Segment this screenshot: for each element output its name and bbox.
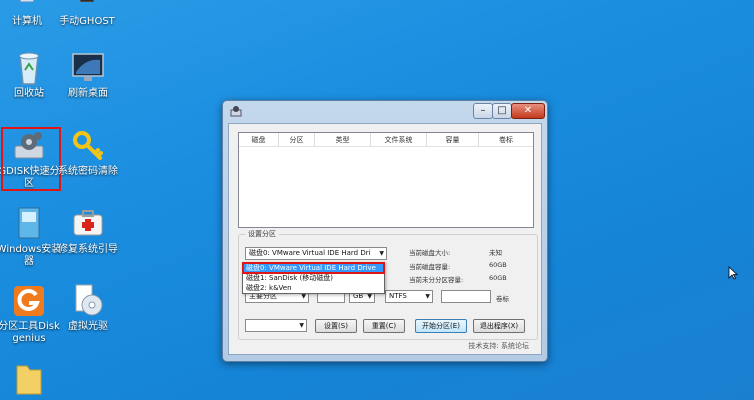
desktop-icon-recycle-bin[interactable]: 回收站 — [0, 50, 62, 100]
selected-icon-highlight — [1, 127, 61, 191]
partition-table[interactable]: 磁盘 分区 类型 文件系统 容量 卷标 — [238, 132, 534, 228]
desktop-icon-label: 手动GHOST — [59, 16, 115, 27]
app-icon — [230, 106, 242, 117]
key-icon — [73, 131, 103, 160]
desktop-icon-folder[interactable] — [0, 360, 62, 396]
installer-icon — [18, 207, 40, 239]
first-aid-kit-icon — [73, 210, 103, 236]
chevron-down-icon: ▼ — [379, 250, 384, 257]
recycle-bin-icon — [19, 52, 39, 85]
desktop-icon-manual-ghost[interactable]: 手动GHOST — [54, 0, 120, 28]
monitor-icon — [72, 53, 104, 81]
disk-select[interactable]: 磁盘0: VMware Virtual IDE Hard Dri ▼ — [245, 247, 387, 260]
info-label-disk-capacity: 当前磁盘容量: — [409, 263, 451, 271]
disk-dropdown-list[interactable]: 磁盘0: VMware Virtual IDE Hard Drive 磁盘1: … — [242, 262, 385, 294]
diskgenius-icon — [14, 286, 44, 316]
column-header-filesystem[interactable]: 文件系统 — [371, 133, 427, 146]
column-header-type[interactable]: 类型 — [315, 133, 371, 146]
settings-button[interactable]: 设置(S) — [315, 319, 357, 333]
desktop-icon-label: 虚拟光驱 — [68, 321, 108, 332]
cd-drive-icon — [75, 284, 103, 316]
reset-button[interactable]: 重置(C) — [363, 319, 405, 333]
info-value-disk-capacity: 60GB — [489, 261, 507, 269]
column-header-volume-label[interactable]: 卷标 — [479, 133, 533, 146]
desktop-icon-label: Windows安装器 — [0, 244, 62, 267]
mouse-cursor-icon — [728, 266, 738, 280]
desktop-icon-label: 回收站 — [14, 88, 44, 99]
disk-select-bottom[interactable]: ▼ — [245, 319, 307, 332]
volume-label-caption: 卷标 — [496, 295, 509, 303]
table-header: 磁盘 分区 类型 文件系统 容量 卷标 — [239, 133, 533, 147]
dropdown-option-disk1[interactable]: 磁盘1: SanDisk (移动磁盘) — [243, 273, 384, 283]
exit-button[interactable]: 退出程序(X) — [473, 319, 525, 333]
desktop-icon-diskgenius[interactable]: 分区工具Diskgenius — [0, 283, 62, 345]
desktop-icon-label: 计算机 — [12, 16, 42, 27]
info-label-disk-size: 当前磁盘大小: — [409, 249, 451, 257]
chevron-down-icon: ▼ — [299, 322, 304, 329]
desktop-icon-label: 刷新桌面 — [68, 88, 108, 99]
folder-icon — [16, 365, 42, 395]
gdisk-window: – □ ✕ 磁盘 分区 类型 文件系统 容量 卷标 设置分区 磁盘0: VMwa… — [222, 100, 548, 362]
desktop-icon-label: 分区工具Diskgenius — [0, 321, 60, 344]
computer-icon — [20, 0, 34, 3]
disk-select-value: 磁盘0: VMware Virtual IDE Hard Dri — [249, 249, 371, 257]
desktop-icon-password-clear[interactable]: 系统密码清除 — [55, 128, 121, 178]
window-client: 磁盘 分区 类型 文件系统 容量 卷标 设置分区 磁盘0: VMware Vir… — [228, 123, 542, 355]
ghost-icon — [80, 0, 94, 3]
group-title: 设置分区 — [245, 229, 279, 239]
column-header-disk[interactable]: 磁盘 — [239, 133, 279, 146]
minimize-button[interactable]: – — [473, 103, 493, 119]
filesystem-value: NTFS — [389, 292, 407, 300]
column-header-partition[interactable]: 分区 — [279, 133, 315, 146]
info-label-unallocated: 当前未分分区容量: — [409, 276, 464, 284]
desktop-icon-label: 修复系统引导 — [58, 244, 118, 255]
dropdown-option-disk2[interactable]: 磁盘2: k&Ven — [243, 283, 384, 293]
desktop-icon-refresh-desktop[interactable]: 刷新桌面 — [55, 50, 121, 100]
column-header-capacity[interactable]: 容量 — [427, 133, 479, 146]
desktop-icon-virtual-drive[interactable]: 虚拟光驱 — [55, 283, 121, 333]
volume-label-input[interactable] — [441, 290, 491, 303]
desktop-icon-label: 系统密码清除 — [58, 166, 118, 177]
start-partition-button[interactable]: 开始分区(E) — [415, 319, 467, 333]
info-value-disk-size: 未知 — [489, 249, 502, 257]
desktop-icon-computer[interactable]: 计算机 — [0, 0, 60, 28]
support-footer: 技术支持: 系统论坛 — [468, 342, 529, 350]
dropdown-option-disk0[interactable]: 磁盘0: VMware Virtual IDE Hard Drive — [242, 262, 385, 274]
chevron-down-icon: ▼ — [425, 293, 430, 300]
title-bar[interactable]: – □ ✕ — [223, 101, 547, 121]
filesystem-select[interactable]: NTFS ▼ — [385, 290, 433, 303]
desktop-icon-repair-boot[interactable]: 修复系统引导 — [55, 206, 121, 256]
maximize-button[interactable]: □ — [492, 103, 512, 119]
info-value-unallocated: 60GB — [489, 274, 507, 282]
desktop-icon-windows-installer[interactable]: Windows安装器 — [0, 206, 62, 268]
close-button[interactable]: ✕ — [511, 103, 545, 119]
